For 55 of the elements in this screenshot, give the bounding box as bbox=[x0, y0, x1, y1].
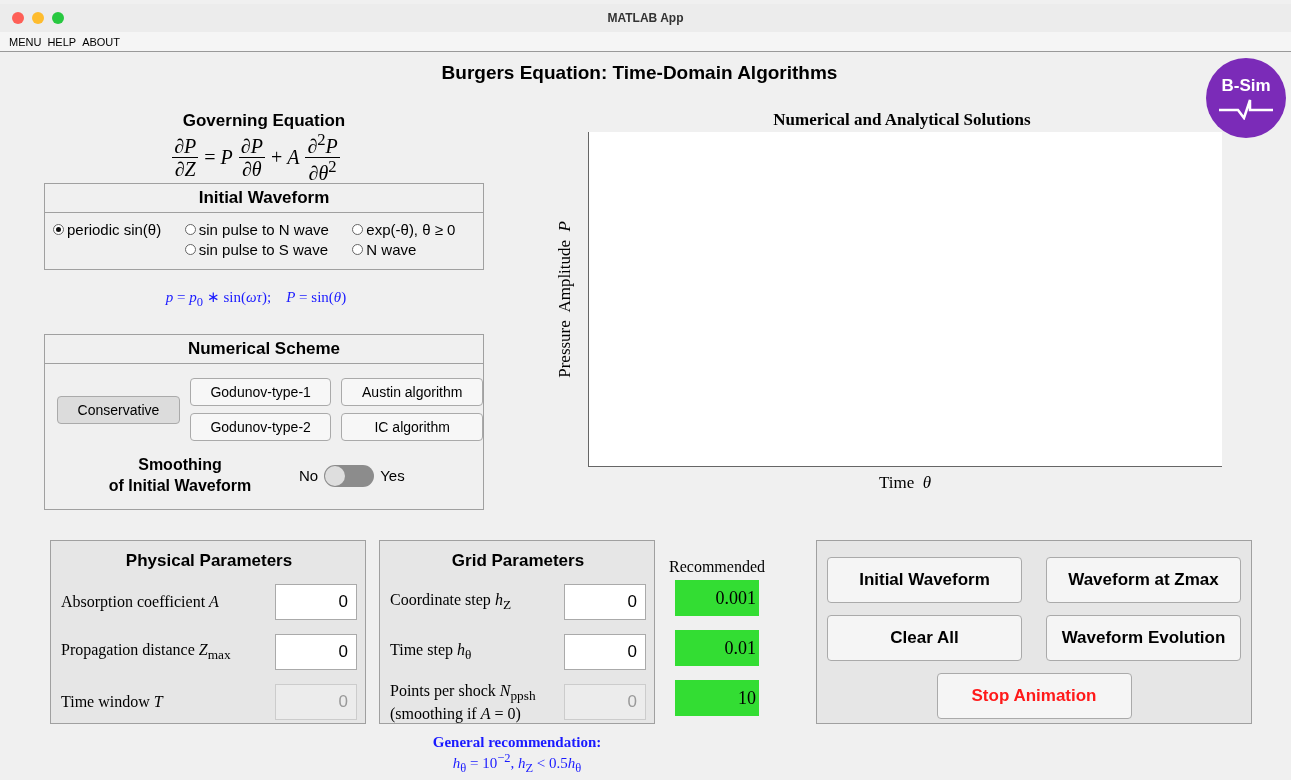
logo-text: B-Sim bbox=[1221, 76, 1271, 96]
panel-title: Grid Parameters bbox=[450, 551, 586, 571]
number-field[interactable]: 0 bbox=[564, 634, 646, 670]
scheme-button[interactable]: Austin algorithm bbox=[341, 378, 483, 406]
action-button[interactable]: Waveform at Zmax bbox=[1046, 557, 1241, 603]
pulse-icon bbox=[1218, 98, 1274, 120]
equation: ∂P ∂Z = P ∂P ∂θ + A ∂$^{2}$P ∂θ$^{2}$ bbox=[171, 131, 341, 183]
close-icon[interactable] bbox=[12, 12, 24, 24]
recommendation-title: General recommendation: bbox=[431, 734, 603, 751]
action-button[interactable]: Initial Waveform bbox=[827, 557, 1022, 603]
action-button[interactable]: Stop Animation bbox=[936, 673, 1132, 719]
menu-item[interactable]: HELP bbox=[47, 35, 77, 48]
column-title: Recommended bbox=[669, 558, 765, 576]
number-field[interactable]: 0 bbox=[564, 584, 646, 620]
smoothing-label: Smoothing of Initial Waveform bbox=[107, 455, 253, 496]
radio-option[interactable]: sin pulse to N wave bbox=[184, 221, 349, 238]
panel-title: Initial Waveform bbox=[45, 184, 483, 213]
action-button[interactable]: Clear All bbox=[827, 615, 1022, 661]
menu-item[interactable]: MENU bbox=[9, 35, 42, 48]
radio-option[interactable]: sin pulse to S wave bbox=[184, 241, 349, 258]
field-label: Points per shock N$_{ppsh}$ (smoothing if A = 0) bbox=[390, 680, 536, 724]
panel-title: Numerical Scheme bbox=[45, 335, 483, 364]
recommended-value: 0.001 bbox=[675, 580, 759, 616]
scheme-button[interactable]: IC algorithm bbox=[341, 413, 483, 441]
field-label: Time window T bbox=[61, 692, 163, 712]
radio-option[interactable]: exp(-θ), θ ≥ 0 bbox=[352, 221, 475, 238]
switch-label: Yes bbox=[380, 467, 405, 485]
axis-label: Pressure Amplitude P bbox=[555, 221, 575, 378]
number-field[interactable]: 0 bbox=[275, 584, 357, 620]
plot-title: Numerical and Analytical Solutions bbox=[772, 110, 1032, 131]
field-label: Propagation distance Z$_{max}$ bbox=[61, 640, 231, 664]
recommendation-text: h$_{θ}$ = 10$^{−2}$, h$_{Z}$ < 0.5h$_{θ}$ bbox=[452, 751, 582, 776]
toggle-switch[interactable] bbox=[324, 464, 375, 487]
radio-option[interactable]: N wave bbox=[352, 241, 475, 258]
recommended-value: 0.01 bbox=[675, 630, 759, 666]
recommended-value: 10 bbox=[675, 680, 759, 716]
panel-title: Physical Parameters bbox=[124, 551, 294, 571]
menu-item[interactable]: ABOUT bbox=[82, 35, 121, 48]
maximize-icon[interactable] bbox=[52, 12, 64, 24]
action-button[interactable]: Waveform Evolution bbox=[1046, 615, 1241, 661]
switch-label: No bbox=[299, 467, 319, 485]
field-label: Coordinate step h$_{Z}$ bbox=[390, 590, 512, 614]
field-label: Time step h$_{θ}$ bbox=[390, 640, 472, 664]
formula: p = p$_{0}$ ∗ sin(ωτ); P = sin(θ) bbox=[164, 288, 348, 310]
field-label: Absorption coefficient A bbox=[61, 592, 219, 612]
minimize-icon[interactable] bbox=[32, 12, 44, 24]
app-title: Burgers Equation: Time-Domain Algorithms bbox=[441, 62, 838, 85]
scheme-button[interactable]: Conservative bbox=[57, 395, 180, 424]
scheme-button[interactable]: Godunov-type-1 bbox=[189, 378, 332, 406]
axis-label: Time θ bbox=[877, 473, 933, 493]
section-title: Governing Equation bbox=[181, 111, 347, 131]
radio-option[interactable]: periodic sin(θ) bbox=[53, 221, 181, 238]
number-field[interactable]: 0 bbox=[275, 634, 357, 670]
window-title: MATLAB App bbox=[607, 11, 684, 25]
scheme-button[interactable]: Godunov-type-2 bbox=[189, 413, 332, 441]
